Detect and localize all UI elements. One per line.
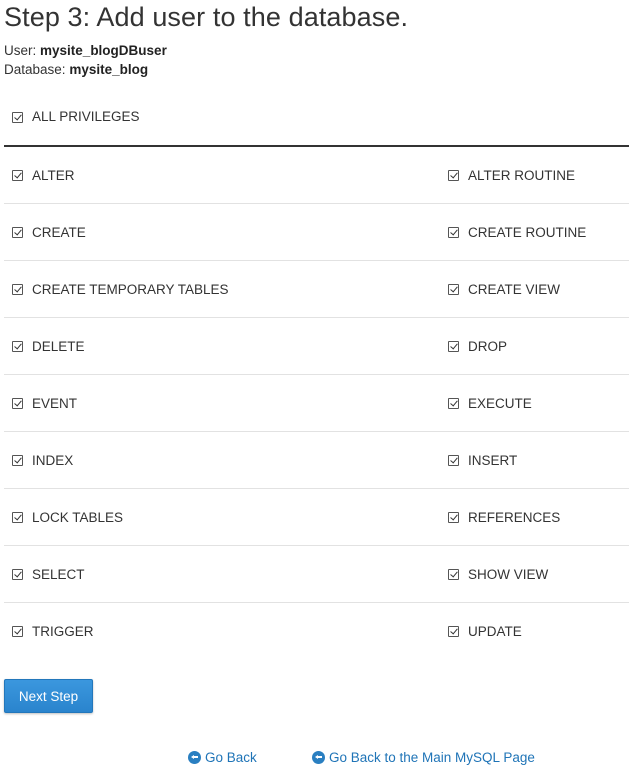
privilege-label: DELETE <box>32 338 85 354</box>
privilege-checkbox-create[interactable]: CREATE <box>12 223 86 241</box>
checkbox-checked-icon[interactable] <box>12 568 23 580</box>
page-title: Step 3: Add user to the database. <box>4 2 409 32</box>
privilege-checkbox-references[interactable]: REFERENCES <box>448 508 560 526</box>
privilege-checkbox-execute[interactable]: EXECUTE <box>448 394 532 412</box>
privilege-row: TRIGGER UPDATE <box>4 603 629 660</box>
user-value: mysite_blogDBuser <box>40 43 167 58</box>
privilege-label: DROP <box>468 338 508 354</box>
go-back-link[interactable]: Go Back <box>188 748 257 766</box>
database-label: Database: <box>4 62 66 77</box>
checkbox-checked-icon[interactable] <box>448 625 459 637</box>
privilege-row: SELECT SHOW VIEW <box>4 546 629 603</box>
privilege-checkbox-index[interactable]: INDEX <box>12 451 73 469</box>
checkbox-checked-icon[interactable] <box>448 340 459 352</box>
all-privileges-label: ALL PRIVILEGES <box>32 109 140 124</box>
privilege-row: CREATE CREATE ROUTINE <box>4 204 629 261</box>
privilege-row: DELETE DROP <box>4 318 629 375</box>
checkbox-checked-icon[interactable] <box>12 625 23 637</box>
privilege-row: ALTER ALTER ROUTINE <box>4 147 629 204</box>
privilege-checkbox-create-temporary-tables[interactable]: CREATE TEMPORARY TABLES <box>12 280 229 298</box>
checkbox-checked-icon[interactable] <box>12 397 23 409</box>
privilege-label: SHOW VIEW <box>468 566 549 582</box>
checkbox-checked-icon[interactable] <box>448 226 459 238</box>
circle-arrow-left-icon <box>312 750 325 764</box>
checkbox-checked-icon[interactable] <box>12 340 23 352</box>
privilege-checkbox-select[interactable]: SELECT <box>12 565 85 583</box>
go-back-main-label: Go Back to the Main MySQL Page <box>329 749 535 765</box>
privileges-grid: ALTER ALTER ROUTINE CREATE CREATE ROUTIN… <box>4 147 629 660</box>
privilege-checkbox-create-view[interactable]: CREATE VIEW <box>448 280 560 298</box>
add-user-to-database-page: Step 3: Add user to the database. User: … <box>0 0 629 774</box>
privilege-label: TRIGGER <box>32 623 94 639</box>
checkbox-checked-icon[interactable] <box>448 283 459 295</box>
privilege-label: INDEX <box>32 452 74 468</box>
privilege-checkbox-event[interactable]: EVENT <box>12 394 77 412</box>
privilege-label: ALTER ROUTINE <box>468 167 576 183</box>
checkbox-checked-icon[interactable] <box>12 169 23 181</box>
privilege-row: INDEX INSERT <box>4 432 629 489</box>
checkbox-checked-icon[interactable] <box>12 226 23 238</box>
privilege-label: EXECUTE <box>468 395 532 411</box>
privilege-label: INSERT <box>468 452 518 468</box>
checkbox-checked-icon[interactable] <box>12 111 23 123</box>
checkbox-checked-icon[interactable] <box>12 283 23 295</box>
privilege-checkbox-alter-routine[interactable]: ALTER ROUTINE <box>448 166 575 184</box>
database-info: Database: mysite_blog <box>4 62 148 77</box>
privilege-label: SELECT <box>32 566 85 582</box>
circle-arrow-left-icon <box>188 750 201 764</box>
privilege-checkbox-trigger[interactable]: TRIGGER <box>12 622 94 640</box>
privilege-label: ALTER <box>32 167 75 183</box>
privilege-label: CREATE <box>32 224 86 240</box>
checkbox-checked-icon[interactable] <box>448 169 459 181</box>
checkbox-checked-icon[interactable] <box>448 397 459 409</box>
privilege-checkbox-lock-tables[interactable]: LOCK TABLES <box>12 508 123 526</box>
checkbox-checked-icon[interactable] <box>448 454 459 466</box>
privilege-label: LOCK TABLES <box>32 509 124 525</box>
privilege-label: CREATE VIEW <box>468 281 561 297</box>
privilege-row: CREATE TEMPORARY TABLES CREATE VIEW <box>4 261 629 318</box>
all-privileges-checkbox[interactable]: ALL PRIVILEGES <box>12 108 140 126</box>
privilege-checkbox-show-view[interactable]: SHOW VIEW <box>448 565 548 583</box>
privilege-checkbox-delete[interactable]: DELETE <box>12 337 85 355</box>
privilege-checkbox-create-routine[interactable]: CREATE ROUTINE <box>448 223 586 241</box>
checkbox-checked-icon[interactable] <box>12 454 23 466</box>
privilege-checkbox-drop[interactable]: DROP <box>448 337 507 355</box>
privilege-label: CREATE ROUTINE <box>468 224 587 240</box>
go-back-label: Go Back <box>205 749 257 765</box>
database-value: mysite_blog <box>69 62 149 77</box>
privilege-label: EVENT <box>32 395 78 411</box>
privilege-row: LOCK TABLES REFERENCES <box>4 489 629 546</box>
user-label: User: <box>4 43 37 58</box>
checkbox-checked-icon[interactable] <box>12 511 23 523</box>
privilege-checkbox-insert[interactable]: INSERT <box>448 451 517 469</box>
privilege-label: REFERENCES <box>468 509 561 525</box>
privilege-row: EVENT EXECUTE <box>4 375 629 432</box>
next-step-button[interactable]: Next Step <box>4 679 93 713</box>
checkbox-checked-icon[interactable] <box>448 511 459 523</box>
privilege-checkbox-update[interactable]: UPDATE <box>448 622 522 640</box>
privilege-label: CREATE TEMPORARY TABLES <box>32 281 229 297</box>
user-info: User: mysite_blogDBuser <box>4 43 167 58</box>
go-back-main-mysql-link[interactable]: Go Back to the Main MySQL Page <box>312 748 535 766</box>
privilege-checkbox-alter[interactable]: ALTER <box>12 166 75 184</box>
checkbox-checked-icon[interactable] <box>448 568 459 580</box>
privilege-label: UPDATE <box>468 623 522 639</box>
